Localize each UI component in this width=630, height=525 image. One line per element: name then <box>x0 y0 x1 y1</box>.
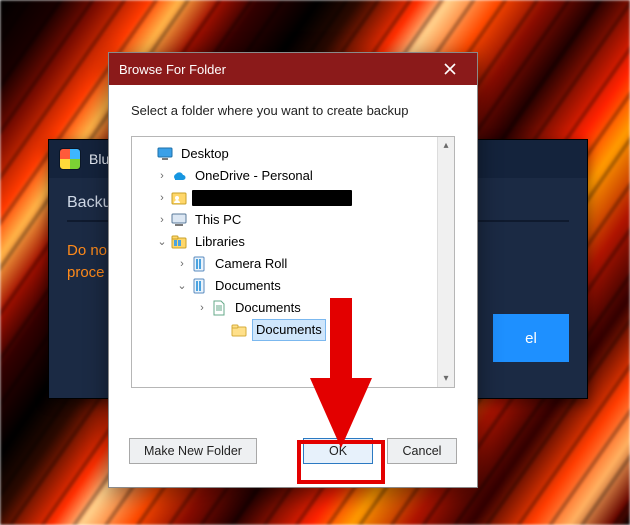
close-icon <box>444 63 456 75</box>
chevron-right-icon[interactable]: › <box>154 166 170 186</box>
background-primary-button[interactable]: el <box>493 314 569 362</box>
cancel-label: Cancel <box>403 444 442 458</box>
make-new-folder-label: Make New Folder <box>144 444 242 458</box>
dialog-titlebar[interactable]: Browse For Folder <box>109 53 477 85</box>
make-new-folder-button[interactable]: Make New Folder <box>129 438 257 464</box>
tree-item-label: Documents <box>252 319 326 341</box>
liblib-icon <box>190 255 208 273</box>
tree-item-libraries[interactable]: ⌄ Libraries <box>136 231 433 253</box>
desktop-icon <box>156 145 174 163</box>
warning-line-1: Do no <box>67 242 107 259</box>
chevron-right-icon[interactable]: › <box>154 188 170 208</box>
tree-item-label: Documents <box>212 276 284 296</box>
chevron-right-icon[interactable]: › <box>154 210 170 230</box>
lib-icon <box>170 233 188 251</box>
background-app-title: Blu <box>89 151 109 167</box>
dialog-close-button[interactable] <box>433 57 467 81</box>
background-primary-button-label: el <box>525 330 537 347</box>
doc-icon <box>210 299 228 317</box>
liblib-icon <box>190 277 208 295</box>
chevron-right-icon[interactable]: › <box>174 254 190 274</box>
chevron-right-icon[interactable]: › <box>194 298 210 318</box>
bluestacks-logo-icon <box>59 148 81 170</box>
tree-item-label: This PC <box>192 210 244 230</box>
tree-item-docssel[interactable]: Documents <box>136 319 433 341</box>
chevron-down-icon[interactable]: ⌄ <box>174 276 190 296</box>
tree-item-camroll[interactable]: › Camera Roll <box>136 253 433 275</box>
redacted-username <box>192 190 352 206</box>
tree-item-onedrive[interactable]: › OneDrive - Personal <box>136 165 433 187</box>
tree-item-user[interactable]: › <box>136 187 433 209</box>
onedrive-icon <box>170 167 188 185</box>
tree-item-docslib[interactable]: ⌄ Documents <box>136 275 433 297</box>
dialog-title: Browse For Folder <box>119 62 226 77</box>
dialog-instruction: Select a folder where you want to create… <box>109 85 477 128</box>
warning-line-2: proce <box>67 264 105 281</box>
tree-item-label: OneDrive - Personal <box>192 166 316 186</box>
user-icon <box>170 189 188 207</box>
tree-item-label: Libraries <box>192 232 248 252</box>
tree-scrollbar[interactable]: ▴ ▾ <box>437 137 454 387</box>
scroll-down-icon[interactable]: ▾ <box>438 370 454 387</box>
scroll-up-icon[interactable]: ▴ <box>438 137 454 154</box>
tree-item-label: Documents <box>232 298 304 318</box>
tree-item-docsloc[interactable]: › Documents <box>136 297 433 319</box>
browse-for-folder-dialog: Browse For Folder Select a folder where … <box>108 52 478 488</box>
tree-item-label: Desktop <box>178 144 232 164</box>
pc-icon <box>170 211 188 229</box>
dialog-button-row: Make New Folder OK Cancel <box>109 427 477 487</box>
cancel-button[interactable]: Cancel <box>387 438 457 464</box>
folder-icon <box>230 321 248 339</box>
ok-button[interactable]: OK <box>303 438 373 464</box>
tree-item-label: Camera Roll <box>212 254 290 274</box>
tree-item-desktop[interactable]: Desktop <box>136 143 433 165</box>
folder-tree[interactable]: Desktop›OneDrive - Personal››This PC⌄Lib… <box>131 136 455 388</box>
tree-item-thispc[interactable]: › This PC <box>136 209 433 231</box>
chevron-down-icon[interactable]: ⌄ <box>154 232 170 252</box>
ok-label: OK <box>329 444 347 458</box>
